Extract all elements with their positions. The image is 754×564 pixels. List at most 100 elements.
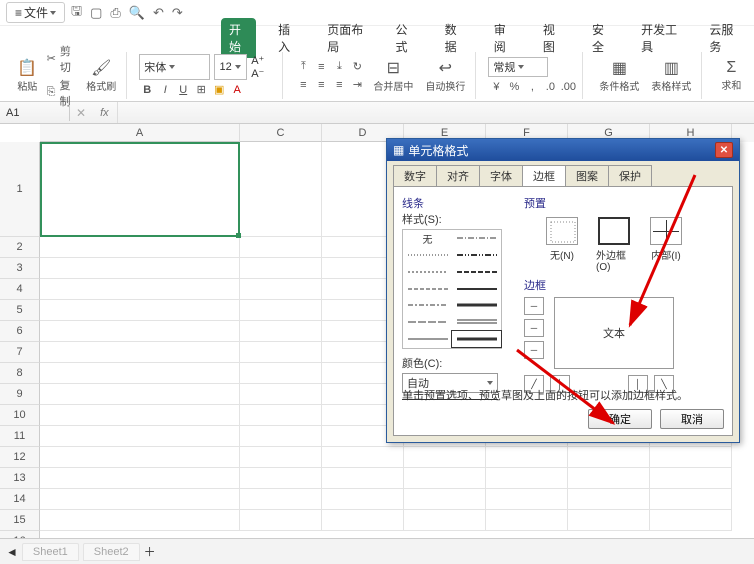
row-header[interactable]: 5 [0,300,40,321]
orient-button[interactable]: ↻ [349,59,365,75]
cancel-button[interactable]: 取消 [660,409,724,429]
row-header[interactable]: 3 [0,258,40,279]
row-header[interactable]: 9 [0,384,40,405]
style-opt[interactable] [452,230,501,246]
print-icon[interactable]: ⎙ [110,5,120,21]
close-icon[interactable]: ✕ [715,142,733,158]
sheet-nav-first[interactable]: ◄ [6,545,18,559]
row-header[interactable]: 1 [0,142,40,237]
row-header[interactable]: 14 [0,489,40,510]
line-color-label: 颜色(C): [402,355,512,371]
row-header[interactable]: 6 [0,321,40,342]
col-header[interactable]: A [40,124,240,142]
paste-button[interactable]: 📋 粘贴 [12,58,43,93]
font-color-button[interactable]: A [229,82,245,98]
indent-button[interactable]: ⇥ [349,77,365,93]
style-opt[interactable] [452,247,501,263]
bold-button[interactable]: B [139,82,155,98]
style-opt[interactable] [452,297,501,313]
preview-icon[interactable]: 🔍 [129,5,145,21]
dlg-tab-font[interactable]: 字体 [479,165,523,186]
font-size-select[interactable]: 12 [214,54,247,80]
file-menu[interactable]: ≡ 文件 [6,2,65,23]
sheet-add-button[interactable]: ＋ [144,543,156,560]
preset-none-button[interactable]: 无(N) [544,217,580,273]
dlg-tab-border[interactable]: 边框 [522,165,566,186]
number-format-select[interactable]: 常规 [488,57,548,77]
cut-button[interactable]: ✂ 剪切 [47,43,79,75]
fx-icon[interactable]: fx [92,107,117,119]
style-opt[interactable] [452,331,501,347]
new-icon[interactable]: ▢ [90,5,102,21]
style-opt[interactable] [403,314,452,330]
align-bot-button[interactable]: ⤓ [331,59,347,75]
undo-icon[interactable]: ↶ [153,5,164,21]
font-name-select[interactable]: 宋体 [139,54,210,80]
dialog-icon: ▦ [393,143,404,157]
dec-inc-button[interactable]: .0 [542,79,558,95]
row-header[interactable]: 15 [0,510,40,531]
comma-button[interactable]: , [524,79,540,95]
line-style-list[interactable]: 无 [402,229,502,349]
dlg-tab-number[interactable]: 数字 [393,165,437,186]
name-box[interactable]: A1 [0,105,70,121]
style-opt[interactable] [452,314,501,330]
align-mid-button[interactable]: ≡ [313,59,329,75]
cancel-fx-icon[interactable]: ✕ [70,106,92,120]
underline-button[interactable]: U [175,82,191,98]
redo-icon[interactable]: ↷ [172,5,183,21]
save-icon[interactable]: 🖫 [71,2,82,24]
preset-outer-button[interactable]: 外边框(O) [596,217,632,273]
merge-center-button[interactable]: ⊟ 合并居中 [369,58,417,93]
dec-dec-button[interactable]: .00 [560,79,576,95]
style-opt[interactable] [403,297,452,313]
sheet-tab[interactable]: Sheet1 [22,543,79,561]
style-opt[interactable] [403,247,452,263]
cond-format-button[interactable]: ▦ 条件格式 [595,58,643,93]
border-hmid-button[interactable]: ─ [524,319,544,337]
auto-wrap-button[interactable]: ↩ 自动换行 [421,58,469,93]
dialog-titlebar[interactable]: ▦单元格格式 ✕ [387,139,739,161]
style-none[interactable]: 无 [403,230,452,246]
preset-inner-button[interactable]: 内部(I) [648,217,684,273]
row-header[interactable]: 10 [0,405,40,426]
border-bottom-button[interactable]: ─ [524,341,544,359]
dlg-tab-pattern[interactable]: 图案 [565,165,609,186]
style-opt[interactable] [403,264,452,280]
dialog-tabs: 数字 对齐 字体 边框 图案 保护 [387,161,739,186]
row-header[interactable]: 12 [0,447,40,468]
currency-button[interactable]: ¥ [488,79,504,95]
align-center-button[interactable]: ≡ [313,77,329,93]
italic-button[interactable]: I [157,82,173,98]
row-header[interactable]: 4 [0,279,40,300]
formula-input[interactable] [117,102,754,123]
percent-button[interactable]: % [506,79,522,95]
style-opt[interactable] [452,281,501,297]
sum-button[interactable]: Σ 求和 [714,59,748,92]
dlg-tab-protect[interactable]: 保护 [608,165,652,186]
table-style-button[interactable]: ▥ 表格样式 [647,58,695,93]
cell-A1[interactable] [40,142,240,237]
style-opt[interactable] [403,331,452,347]
row-header[interactable]: 2 [0,237,40,258]
row-header[interactable]: 8 [0,363,40,384]
format-painter-button[interactable]: 🖌 格式刷 [82,58,120,93]
style-opt[interactable] [452,264,501,280]
align-right-button[interactable]: ≡ [331,77,347,93]
brush-icon: 🖌 [91,58,111,78]
border-button[interactable]: ⊞ [193,82,209,98]
align-left-button[interactable]: ≡ [295,77,311,93]
fill-color-button[interactable]: ▣ [211,82,227,98]
style-opt[interactable] [403,281,452,297]
row-header[interactable]: 7 [0,342,40,363]
dlg-tab-align[interactable]: 对齐 [436,165,480,186]
ok-button[interactable]: 确定 [588,409,652,429]
col-header[interactable]: C [240,124,322,142]
row-header[interactable]: 13 [0,468,40,489]
formula-bar: A1 ✕ fx [0,102,754,124]
line-style-label: 样式(S): [402,211,512,227]
sheet-tab[interactable]: Sheet2 [83,543,140,561]
align-top-button[interactable]: ⤒ [295,59,311,75]
border-top-button[interactable]: ─ [524,297,544,315]
row-header[interactable]: 11 [0,426,40,447]
